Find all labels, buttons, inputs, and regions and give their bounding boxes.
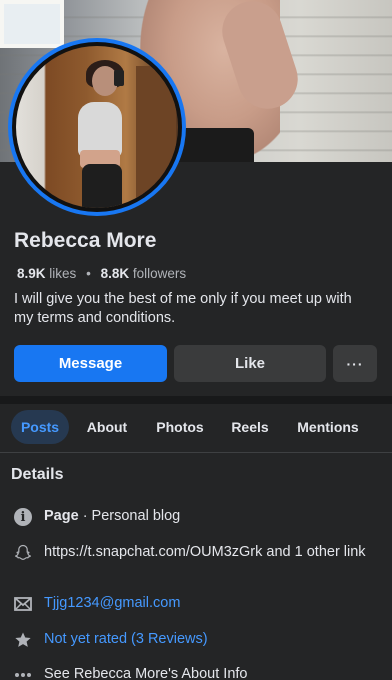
tab-posts[interactable]: Posts [11,410,69,444]
tab-photos[interactable]: Photos [148,410,212,444]
detail-page-category: i Page · Personal blog [13,507,374,527]
section-divider [0,396,392,404]
page-label: Page [44,508,79,524]
profile-picture-border [12,42,182,212]
page-category: · Personal blog [78,508,181,524]
detail-rating[interactable]: Not yet rated (3 Reviews) [13,630,374,650]
email-link[interactable]: Tjjg1234@gmail.com [44,594,374,613]
avatar-pants [82,164,122,208]
followers-count[interactable]: 8.8K [101,266,130,281]
followers-label: followers [132,266,187,281]
avatar-phone [114,70,124,86]
tab-about[interactable]: About [80,410,134,444]
tab-mentions[interactable]: Mentions [290,410,366,444]
avatar-door [136,66,176,206]
likes-count[interactable]: 8.9K [17,266,46,281]
detail-snapchat-link[interactable]: https://t.snapchat.com/OUM3zGrk and 1 ot… [13,543,374,563]
snapchat-link-text[interactable]: https://t.snapchat.com/OUM3zGrk and 1 ot… [44,543,374,562]
envelope-icon [13,594,33,614]
star-icon [13,630,33,650]
rating-link[interactable]: Not yet rated (3 Reviews) [44,630,374,649]
snapchat-ghost-icon [13,543,33,563]
likes-label: likes [49,266,77,281]
tabs-underline [0,452,392,453]
see-about-text[interactable]: See Rebecca More's About Info [44,665,374,680]
info-icon: i [13,507,33,527]
cover-window [0,0,64,48]
detail-email[interactable]: Tjjg1234@gmail.com [13,594,374,614]
detail-see-about[interactable]: See Rebecca More's About Info [13,665,374,680]
details-heading: Details [11,466,64,483]
page-bio: I will give you the best of me only if y… [14,291,352,326]
avatar [16,46,178,208]
tab-reels[interactable]: Reels [226,410,274,444]
page-stats: 8.9K likes • 8.8K followers [17,266,186,281]
stats-separator: • [86,266,91,281]
ellipsis-icon [13,665,33,680]
like-button[interactable]: Like [174,345,326,382]
more-options-button[interactable]: ··· [333,345,377,382]
message-button[interactable]: Message [14,345,167,382]
profile-picture[interactable] [8,38,186,216]
page-name: Rebecca More [14,229,157,252]
cover-clothing [178,128,254,162]
profile-tabs: Posts About Photos Reels Mentions [0,410,392,444]
